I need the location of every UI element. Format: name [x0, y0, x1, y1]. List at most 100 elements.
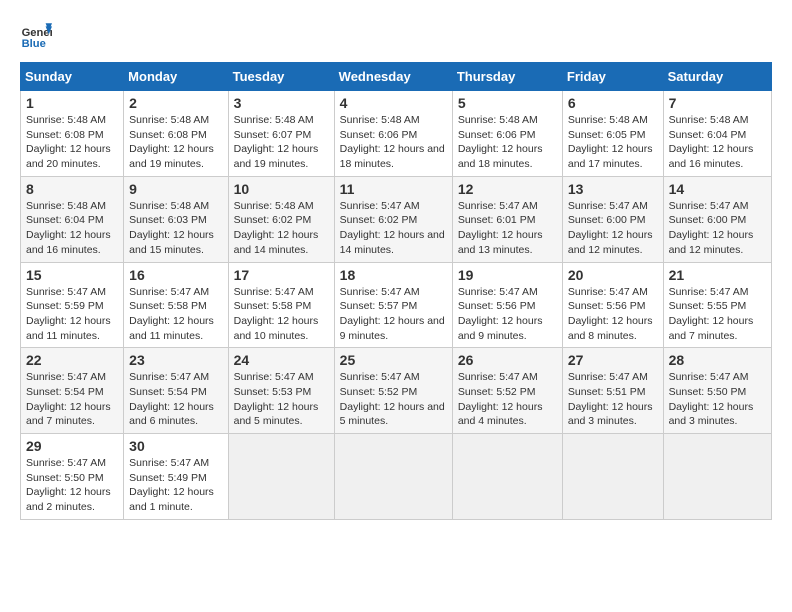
day-number: 25 [340, 352, 447, 368]
calendar-cell: 4 Sunrise: 5:48 AMSunset: 6:06 PMDayligh… [334, 91, 452, 177]
day-number: 19 [458, 267, 557, 283]
calendar-cell [228, 434, 334, 520]
calendar-cell: 18 Sunrise: 5:47 AMSunset: 5:57 PMDaylig… [334, 262, 452, 348]
calendar-cell [452, 434, 562, 520]
logo-icon: General Blue [20, 20, 52, 52]
day-info: Sunrise: 5:48 AMSunset: 6:06 PMDaylight:… [340, 114, 445, 170]
day-number: 15 [26, 267, 118, 283]
day-info: Sunrise: 5:47 AMSunset: 5:52 PMDaylight:… [340, 371, 445, 427]
day-number: 1 [26, 95, 118, 111]
calendar-cell: 26 Sunrise: 5:47 AMSunset: 5:52 PMDaylig… [452, 348, 562, 434]
day-number: 12 [458, 181, 557, 197]
svg-text:Blue: Blue [22, 38, 46, 50]
calendar-cell: 17 Sunrise: 5:47 AMSunset: 5:58 PMDaylig… [228, 262, 334, 348]
logo: General Blue [20, 20, 56, 52]
calendar-cell: 22 Sunrise: 5:47 AMSunset: 5:54 PMDaylig… [21, 348, 124, 434]
day-number: 16 [129, 267, 222, 283]
calendar-cell: 2 Sunrise: 5:48 AMSunset: 6:08 PMDayligh… [124, 91, 228, 177]
day-number: 22 [26, 352, 118, 368]
day-info: Sunrise: 5:47 AMSunset: 5:56 PMDaylight:… [568, 286, 653, 342]
day-number: 21 [669, 267, 766, 283]
day-number: 26 [458, 352, 557, 368]
calendar-cell: 19 Sunrise: 5:47 AMSunset: 5:56 PMDaylig… [452, 262, 562, 348]
day-number: 2 [129, 95, 222, 111]
calendar-cell [663, 434, 771, 520]
day-info: Sunrise: 5:47 AMSunset: 5:50 PMDaylight:… [26, 457, 111, 513]
day-info: Sunrise: 5:48 AMSunset: 6:05 PMDaylight:… [568, 114, 653, 170]
day-info: Sunrise: 5:47 AMSunset: 5:56 PMDaylight:… [458, 286, 543, 342]
weekday-header: Saturday [663, 63, 771, 91]
weekday-header: Sunday [21, 63, 124, 91]
day-info: Sunrise: 5:47 AMSunset: 5:54 PMDaylight:… [26, 371, 111, 427]
day-info: Sunrise: 5:48 AMSunset: 6:08 PMDaylight:… [26, 114, 111, 170]
day-number: 4 [340, 95, 447, 111]
day-info: Sunrise: 5:48 AMSunset: 6:06 PMDaylight:… [458, 114, 543, 170]
calendar-cell: 29 Sunrise: 5:47 AMSunset: 5:50 PMDaylig… [21, 434, 124, 520]
day-info: Sunrise: 5:48 AMSunset: 6:08 PMDaylight:… [129, 114, 214, 170]
day-info: Sunrise: 5:47 AMSunset: 6:01 PMDaylight:… [458, 200, 543, 256]
calendar-cell: 23 Sunrise: 5:47 AMSunset: 5:54 PMDaylig… [124, 348, 228, 434]
day-info: Sunrise: 5:47 AMSunset: 6:00 PMDaylight:… [568, 200, 653, 256]
calendar-cell: 11 Sunrise: 5:47 AMSunset: 6:02 PMDaylig… [334, 176, 452, 262]
day-info: Sunrise: 5:47 AMSunset: 5:50 PMDaylight:… [669, 371, 754, 427]
day-number: 13 [568, 181, 658, 197]
day-info: Sunrise: 5:47 AMSunset: 5:52 PMDaylight:… [458, 371, 543, 427]
day-info: Sunrise: 5:47 AMSunset: 6:00 PMDaylight:… [669, 200, 754, 256]
day-number: 14 [669, 181, 766, 197]
calendar-cell: 3 Sunrise: 5:48 AMSunset: 6:07 PMDayligh… [228, 91, 334, 177]
calendar-cell: 27 Sunrise: 5:47 AMSunset: 5:51 PMDaylig… [562, 348, 663, 434]
calendar-cell: 13 Sunrise: 5:47 AMSunset: 6:00 PMDaylig… [562, 176, 663, 262]
day-info: Sunrise: 5:47 AMSunset: 5:53 PMDaylight:… [234, 371, 319, 427]
calendar-cell: 5 Sunrise: 5:48 AMSunset: 6:06 PMDayligh… [452, 91, 562, 177]
calendar-cell: 24 Sunrise: 5:47 AMSunset: 5:53 PMDaylig… [228, 348, 334, 434]
day-number: 3 [234, 95, 329, 111]
weekday-header: Tuesday [228, 63, 334, 91]
day-number: 24 [234, 352, 329, 368]
day-number: 29 [26, 438, 118, 454]
day-info: Sunrise: 5:47 AMSunset: 5:58 PMDaylight:… [234, 286, 319, 342]
weekday-header: Monday [124, 63, 228, 91]
day-number: 6 [568, 95, 658, 111]
day-number: 27 [568, 352, 658, 368]
day-info: Sunrise: 5:48 AMSunset: 6:07 PMDaylight:… [234, 114, 319, 170]
day-number: 9 [129, 181, 222, 197]
day-info: Sunrise: 5:48 AMSunset: 6:04 PMDaylight:… [26, 200, 111, 256]
day-number: 20 [568, 267, 658, 283]
calendar-cell: 7 Sunrise: 5:48 AMSunset: 6:04 PMDayligh… [663, 91, 771, 177]
weekday-header: Friday [562, 63, 663, 91]
calendar-cell: 6 Sunrise: 5:48 AMSunset: 6:05 PMDayligh… [562, 91, 663, 177]
calendar-cell: 15 Sunrise: 5:47 AMSunset: 5:59 PMDaylig… [21, 262, 124, 348]
calendar-cell: 8 Sunrise: 5:48 AMSunset: 6:04 PMDayligh… [21, 176, 124, 262]
day-info: Sunrise: 5:47 AMSunset: 5:54 PMDaylight:… [129, 371, 214, 427]
day-info: Sunrise: 5:48 AMSunset: 6:02 PMDaylight:… [234, 200, 319, 256]
weekday-header: Thursday [452, 63, 562, 91]
day-number: 18 [340, 267, 447, 283]
day-info: Sunrise: 5:47 AMSunset: 6:02 PMDaylight:… [340, 200, 445, 256]
day-info: Sunrise: 5:47 AMSunset: 5:58 PMDaylight:… [129, 286, 214, 342]
day-info: Sunrise: 5:47 AMSunset: 5:59 PMDaylight:… [26, 286, 111, 342]
calendar-cell: 10 Sunrise: 5:48 AMSunset: 6:02 PMDaylig… [228, 176, 334, 262]
day-info: Sunrise: 5:48 AMSunset: 6:04 PMDaylight:… [669, 114, 754, 170]
day-number: 23 [129, 352, 222, 368]
day-number: 30 [129, 438, 222, 454]
day-number: 8 [26, 181, 118, 197]
day-info: Sunrise: 5:48 AMSunset: 6:03 PMDaylight:… [129, 200, 214, 256]
day-info: Sunrise: 5:47 AMSunset: 5:49 PMDaylight:… [129, 457, 214, 513]
calendar-cell [334, 434, 452, 520]
calendar-cell: 12 Sunrise: 5:47 AMSunset: 6:01 PMDaylig… [452, 176, 562, 262]
calendar-cell: 20 Sunrise: 5:47 AMSunset: 5:56 PMDaylig… [562, 262, 663, 348]
calendar-cell: 28 Sunrise: 5:47 AMSunset: 5:50 PMDaylig… [663, 348, 771, 434]
weekday-header: Wednesday [334, 63, 452, 91]
day-number: 7 [669, 95, 766, 111]
day-info: Sunrise: 5:47 AMSunset: 5:55 PMDaylight:… [669, 286, 754, 342]
day-number: 17 [234, 267, 329, 283]
page-header: General Blue [20, 20, 772, 52]
day-info: Sunrise: 5:47 AMSunset: 5:57 PMDaylight:… [340, 286, 445, 342]
day-number: 5 [458, 95, 557, 111]
calendar-cell: 16 Sunrise: 5:47 AMSunset: 5:58 PMDaylig… [124, 262, 228, 348]
calendar-cell: 1 Sunrise: 5:48 AMSunset: 6:08 PMDayligh… [21, 91, 124, 177]
calendar-cell: 25 Sunrise: 5:47 AMSunset: 5:52 PMDaylig… [334, 348, 452, 434]
calendar-cell: 30 Sunrise: 5:47 AMSunset: 5:49 PMDaylig… [124, 434, 228, 520]
day-number: 10 [234, 181, 329, 197]
day-number: 11 [340, 181, 447, 197]
